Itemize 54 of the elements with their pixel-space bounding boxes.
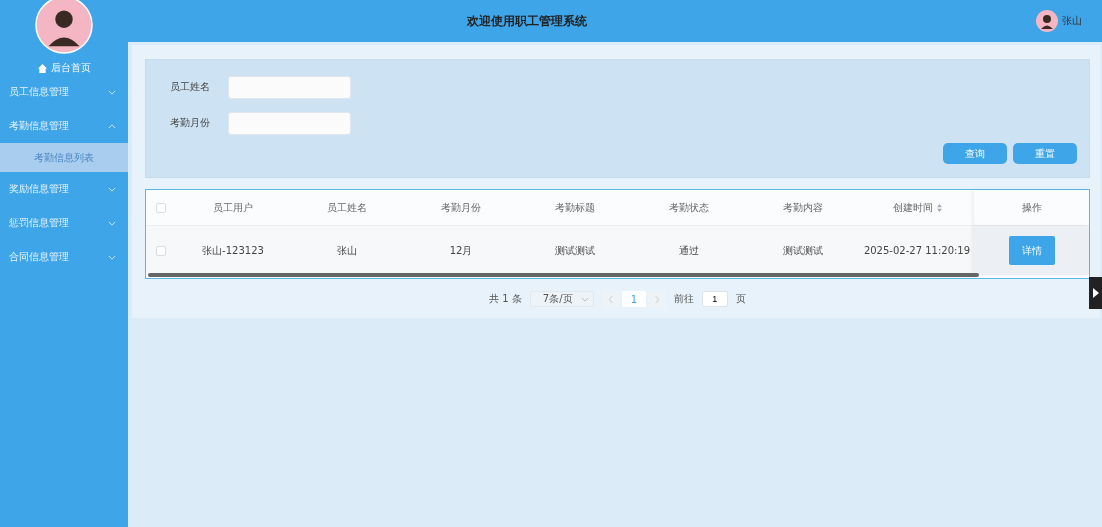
table-cell: 张山-123123	[202, 243, 264, 258]
total-count: 共 1 条	[489, 292, 522, 306]
column-header: 考勤标题	[555, 200, 595, 215]
home-icon	[37, 63, 47, 73]
page-number[interactable]: 1	[621, 291, 646, 307]
input-field[interactable]	[228, 75, 351, 99]
menu-item[interactable]: 员工信息管理	[0, 75, 128, 109]
triangle-icon	[1092, 288, 1099, 298]
reset-button[interactable]: 重置	[1013, 143, 1077, 164]
column-header: 考勤状态	[669, 200, 709, 215]
search-button[interactable]: 查询	[943, 143, 1007, 164]
goto-label: 前往	[673, 292, 694, 306]
side-toggle-handle[interactable]	[1089, 277, 1102, 309]
chevron-down-icon	[108, 89, 116, 95]
table-cell: 2025-02-27 11:20:19	[863, 245, 971, 256]
menu-item[interactable]: 合同信息管理	[0, 240, 128, 274]
table-cell: 测试测试	[555, 243, 595, 258]
menu-item[interactable]: 考勤信息管理	[0, 109, 128, 143]
field-label: 员工姓名	[170, 80, 211, 94]
chevron-down-icon	[108, 186, 116, 192]
column-header: 操作	[1021, 200, 1042, 215]
user-name[interactable]: 张山	[1062, 14, 1082, 28]
scrollbar[interactable]	[148, 273, 979, 277]
page-size-select[interactable]: 7条/页	[529, 291, 594, 307]
chevron-down-icon	[108, 254, 116, 260]
column-header: 员工姓名	[327, 200, 367, 215]
avatar-icon	[35, 0, 93, 54]
field-label: 考勤月份	[170, 116, 211, 130]
column-header: 员工用户	[213, 200, 253, 215]
checkbox[interactable]	[156, 202, 166, 213]
chevron-down-icon	[580, 296, 589, 302]
home-link[interactable]: 后台首页	[0, 61, 128, 75]
column-header[interactable]: 创建时间	[892, 200, 933, 215]
input-field[interactable]	[228, 111, 351, 135]
chevron-right-icon	[654, 295, 659, 303]
table-cell: 张山	[337, 243, 357, 258]
page-title: 欢迎使用职工管理系统	[467, 12, 587, 30]
sort-icon[interactable]	[936, 203, 942, 212]
checkbox[interactable]	[156, 245, 166, 256]
table-cell: 12月	[449, 243, 473, 258]
menu-item[interactable]: 惩罚信息管理	[0, 206, 128, 240]
table-cell: 测试测试	[783, 243, 823, 258]
chevron-left-icon	[608, 295, 613, 303]
detail-button[interactable]: 详情	[1008, 236, 1055, 265]
chevron-up-icon	[108, 123, 116, 129]
column-header: 考勤月份	[441, 200, 481, 215]
column-header: 考勤内容	[783, 200, 823, 215]
chevron-down-icon	[108, 220, 116, 226]
menu-item[interactable]: 奖励信息管理	[0, 172, 128, 206]
page-jump-field[interactable]: 1	[701, 291, 728, 307]
submenu-item[interactable]: 考勤信息列表	[0, 143, 128, 172]
page-suffix: 页	[735, 292, 746, 306]
user-avatar-icon	[1036, 10, 1058, 32]
table-cell: 通过	[679, 243, 699, 258]
